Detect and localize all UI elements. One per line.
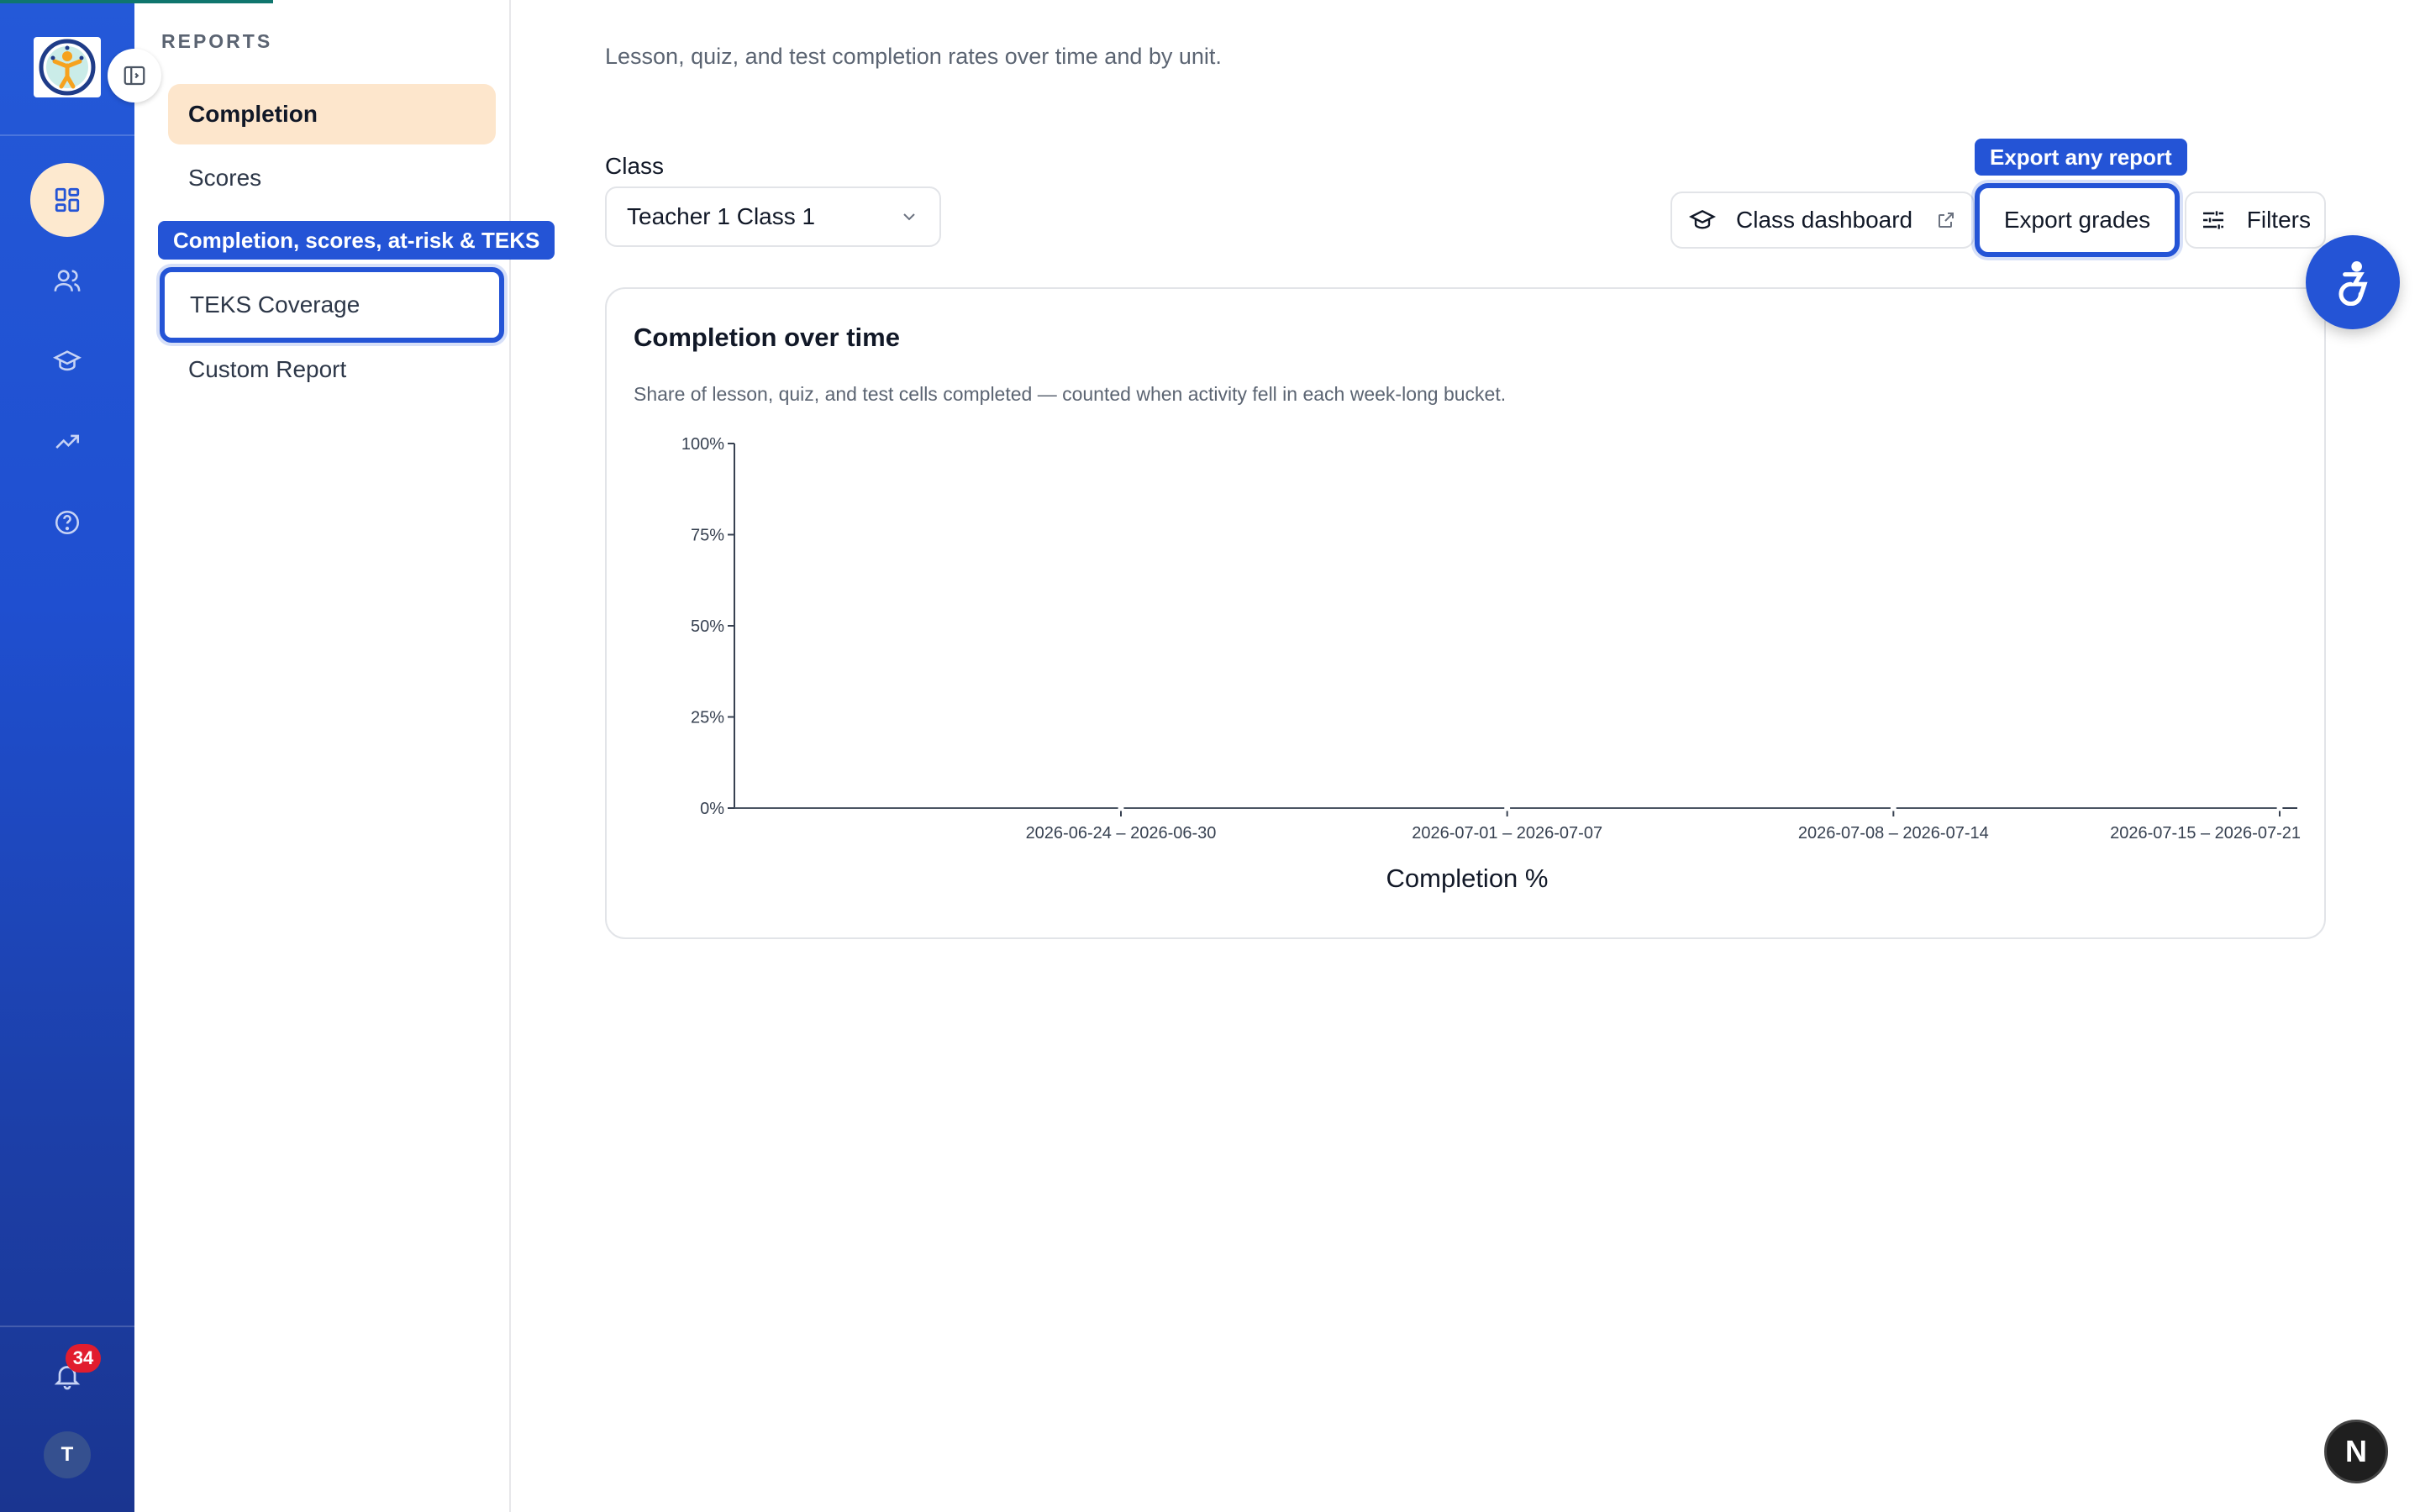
rail-users-button[interactable]: [30, 244, 104, 318]
x-tick-label: 2026-07-08 – 2026-07-14: [1798, 824, 1989, 843]
graduation-cap-icon: [1689, 209, 1716, 229]
collapse-sidebar-button[interactable]: [108, 49, 161, 102]
rail-divider-bottom: [0, 1326, 134, 1327]
rail-help-button[interactable]: [30, 486, 104, 559]
nav-item-scores[interactable]: Scores: [168, 148, 496, 208]
external-link-icon: [1939, 213, 1954, 228]
panel-heading: REPORTS: [161, 30, 273, 52]
nav-item-label: Completion: [188, 101, 318, 127]
reports-tooltip: Completion, scores, at-risk & TEKS: [158, 221, 555, 260]
nav-item-label: Custom Report: [188, 356, 347, 382]
nav-item-completion[interactable]: Completion: [168, 84, 496, 144]
y-tick-label: 50%: [691, 617, 724, 636]
dashboard-icon: [55, 187, 80, 213]
nav-item-teks-coverage[interactable]: TEKS Coverage: [160, 267, 504, 343]
users-icon: [54, 270, 81, 291]
accessibility-button[interactable]: [2306, 235, 2400, 329]
trending-up-icon: [55, 434, 80, 449]
app-logo[interactable]: [34, 37, 101, 97]
x-axis-title: Completion %: [1386, 864, 1549, 893]
x-tick-label: 2026-07-15 – 2026-07-21: [2110, 824, 2301, 843]
rail-divider: [0, 134, 134, 136]
class-select[interactable]: Teacher 1 Class 1: [605, 186, 941, 247]
data-point: [1504, 805, 1511, 811]
data-point: [1118, 805, 1124, 811]
y-tick-label: 25%: [691, 709, 724, 727]
user-avatar[interactable]: T: [44, 1431, 91, 1478]
page-description: Lesson, quiz, and test completion rates …: [605, 44, 1222, 69]
export-grades-button[interactable]: Export grades: [1975, 183, 2180, 257]
export-tooltip: Export any report: [1975, 139, 2187, 176]
notification-count-badge: 34: [66, 1344, 101, 1373]
completion-chart: 0% 25% 50% 75% 100% 2026-06-24 – 2026-06-30 20…: [681, 435, 2301, 843]
nav-item-label: TEKS Coverage: [190, 291, 360, 318]
class-select-value: Teacher 1 Class 1: [627, 203, 816, 229]
filters-label: Filters: [2246, 207, 2311, 233]
page-loading-bar: [0, 0, 273, 3]
help-circle-icon: [55, 510, 80, 535]
x-tick-label: 2026-07-01 – 2026-07-07: [1412, 824, 1602, 843]
nav-item-label: Scores: [188, 165, 262, 191]
class-dashboard-button[interactable]: Class dashboard: [1670, 192, 1975, 249]
y-tick-label: 100%: [681, 435, 724, 454]
class-dashboard-label: Class dashboard: [1736, 207, 1913, 233]
data-point: [2276, 805, 2283, 811]
dev-tools-badge[interactable]: N: [2324, 1420, 2388, 1483]
chevron-down-icon: [903, 213, 915, 221]
rail-reports-button[interactable]: [30, 163, 104, 237]
nav-item-custom-report[interactable]: Custom Report: [168, 339, 496, 400]
sidebar-toggle-icon: [124, 66, 145, 86]
x-tick-label: 2026-06-24 – 2026-06-30: [1026, 824, 1217, 843]
y-tick-label: 0%: [700, 800, 724, 818]
rail-analytics-button[interactable]: [30, 405, 104, 479]
sliders-icon: [2203, 211, 2223, 229]
completion-chart-card: Completion over time Share of lesson, qu…: [605, 287, 2326, 939]
class-label: Class: [605, 153, 665, 179]
data-point: [1890, 805, 1897, 811]
accessibility-icon: [2338, 261, 2368, 306]
icon-rail: 34 T: [0, 0, 134, 1512]
rail-classes-button[interactable]: [30, 324, 104, 398]
y-tick-label: 75%: [691, 527, 724, 545]
graduation-cap-icon: [53, 350, 82, 371]
filters-button[interactable]: Filters: [2185, 192, 2326, 249]
logo-icon: [39, 39, 96, 96]
